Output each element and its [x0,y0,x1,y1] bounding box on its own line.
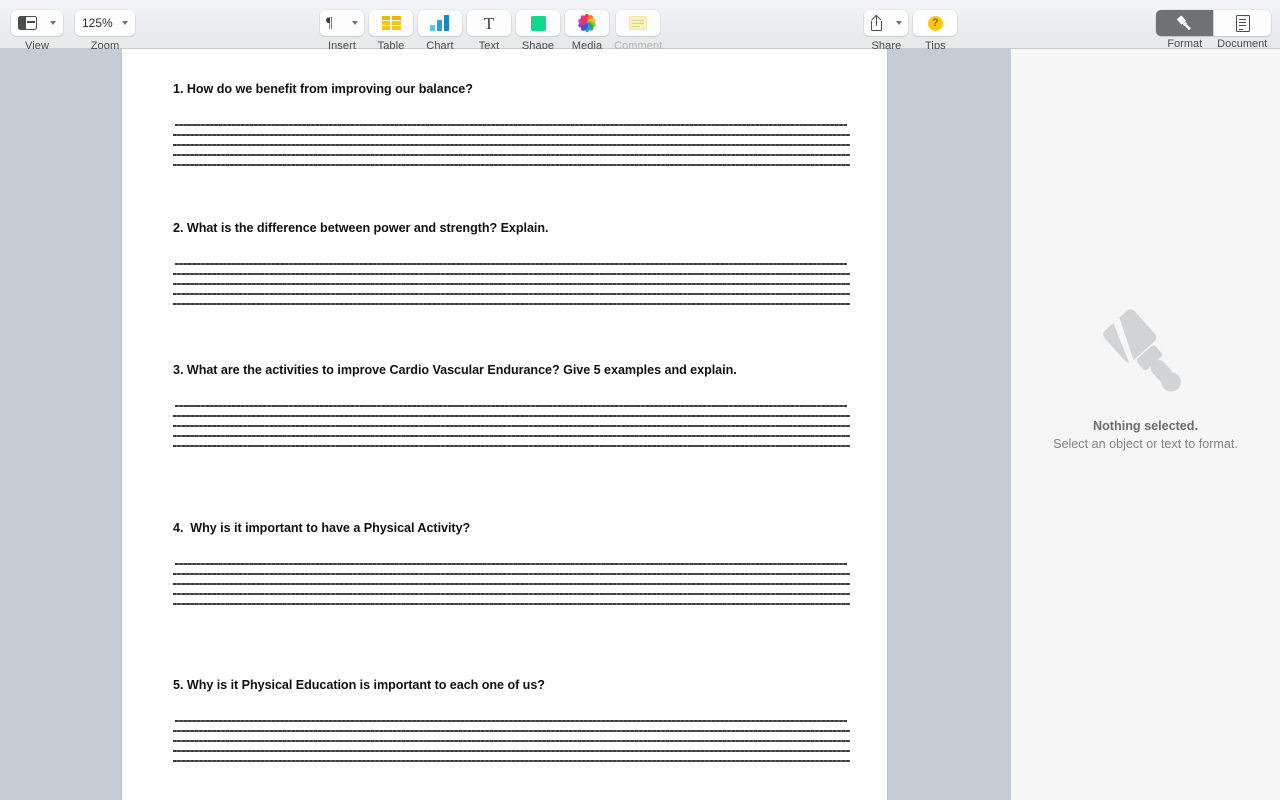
answer-line[interactable] [173,754,853,764]
table-grid-icon [381,15,401,31]
paintbrush-icon [1177,15,1191,30]
document-tab[interactable] [1214,10,1271,36]
share-upload-icon [870,14,883,31]
bar-chart-icon [430,15,450,31]
insert-button[interactable]: ¶ Insert [320,10,364,52]
answer-lines[interactable] [173,118,853,168]
media-button[interactable]: Media [565,10,609,52]
empty-state-title: Nothing selected. [1093,419,1198,433]
question-block[interactable]: 4. Why is it important to have a Physica… [173,521,853,607]
format-inspector-sidebar: Nothing selected. Select an object or te… [1010,49,1280,800]
inspector-empty-state: Nothing selected. Select an object or te… [1011,299,1280,451]
insert-button-surface[interactable]: ¶ [320,10,364,36]
answer-lines[interactable] [173,257,853,307]
zoom-button-surface[interactable]: 125% [75,10,135,36]
media-button-surface[interactable] [565,10,609,36]
question-block[interactable]: 5. Why is it Physical Education is impor… [173,678,853,764]
answer-line[interactable] [173,597,853,607]
answer-line[interactable] [173,577,853,587]
square-shape-icon [530,15,546,31]
answer-line[interactable] [173,724,853,734]
share-tools-group: Share ? Tips [864,10,958,52]
chevron-down-icon [352,21,358,25]
answer-line[interactable] [173,297,853,307]
question-text: 4. Why is it important to have a Physica… [173,521,471,535]
answer-line[interactable] [173,567,853,577]
comment-button: Comment [614,10,662,52]
view-button-surface[interactable] [11,10,63,36]
answer-line[interactable] [173,439,853,449]
question-block[interactable]: 1. How do we benefit from improving our … [173,82,853,168]
answer-line[interactable] [173,277,853,287]
question-text: 1. How do we benefit from improving our … [173,82,473,96]
zoom-value: 125% [82,16,113,30]
zoom-button[interactable]: 125% Zoom [75,10,135,52]
sticky-note-icon [629,16,648,30]
answer-line[interactable] [173,128,853,138]
paintbrush-icon [1102,309,1181,392]
table-button[interactable]: Table [369,10,413,52]
question-text: 5. Why is it Physical Education is impor… [173,678,545,692]
answer-line[interactable] [173,419,853,429]
tips-button-surface[interactable]: ? [913,10,958,36]
answer-line[interactable] [173,744,853,754]
chevron-down-icon [122,21,128,25]
pilcrow-icon: ¶ [326,14,333,31]
answer-line[interactable] [173,587,853,597]
answer-line[interactable] [173,148,853,158]
share-button[interactable]: Share [864,10,909,52]
document-page[interactable]: 1. How do we benefit from improving our … [122,49,887,800]
answer-lines[interactable] [173,399,853,449]
app-toolbar: View 125% Zoom ¶ Insert Table Chart T Te… [0,0,1280,52]
chart-button[interactable]: Chart [418,10,462,52]
empty-state-subtitle: Select an object or text to format. [1053,437,1238,451]
answer-line[interactable] [173,287,853,297]
text-button-surface[interactable]: T [467,10,511,36]
question-mark-icon: ? [927,15,943,31]
answer-line[interactable] [173,734,853,744]
question-block[interactable]: 2. What is the difference between power … [173,221,853,307]
chart-button-surface[interactable] [418,10,462,36]
inspector-toggle-group [1156,10,1271,36]
tips-button[interactable]: ? Tips [913,10,958,52]
question-text: 3. What are the activities to improve Ca… [173,363,737,377]
chevron-down-icon [896,21,903,25]
share-button-surface[interactable] [864,10,909,36]
question-block[interactable]: 3. What are the activities to improve Ca… [173,363,853,449]
document-canvas[interactable]: 1. How do we benefit from improving our … [0,49,1010,800]
answer-line[interactable] [173,399,853,409]
answer-line[interactable] [173,138,853,148]
answer-line[interactable] [173,409,853,419]
table-button-surface[interactable] [369,10,413,36]
answer-line[interactable] [173,257,853,267]
sidebar-layout-icon [18,16,37,30]
shape-button-surface[interactable] [516,10,560,36]
question-text: 2. What is the difference between power … [173,221,549,235]
answer-line[interactable] [173,158,853,168]
shape-button[interactable]: Shape [516,10,560,52]
answer-line[interactable] [173,557,853,567]
answer-lines[interactable] [173,714,853,764]
format-tab[interactable] [1156,10,1213,36]
answer-line[interactable] [173,118,853,128]
insert-tools-group: ¶ Insert Table Chart T Text Shape Media … [320,10,662,52]
answer-line[interactable] [173,714,853,724]
chevron-down-icon [50,21,56,25]
answer-lines[interactable] [173,557,853,607]
comment-button-surface [616,10,661,36]
answer-line[interactable] [173,429,853,439]
photos-pinwheel-icon [577,13,597,33]
document-page-icon [1235,14,1250,32]
text-t-icon: T [483,13,495,33]
text-button[interactable]: T Text [467,10,511,52]
view-button[interactable]: View [11,10,63,52]
answer-line[interactable] [173,267,853,277]
